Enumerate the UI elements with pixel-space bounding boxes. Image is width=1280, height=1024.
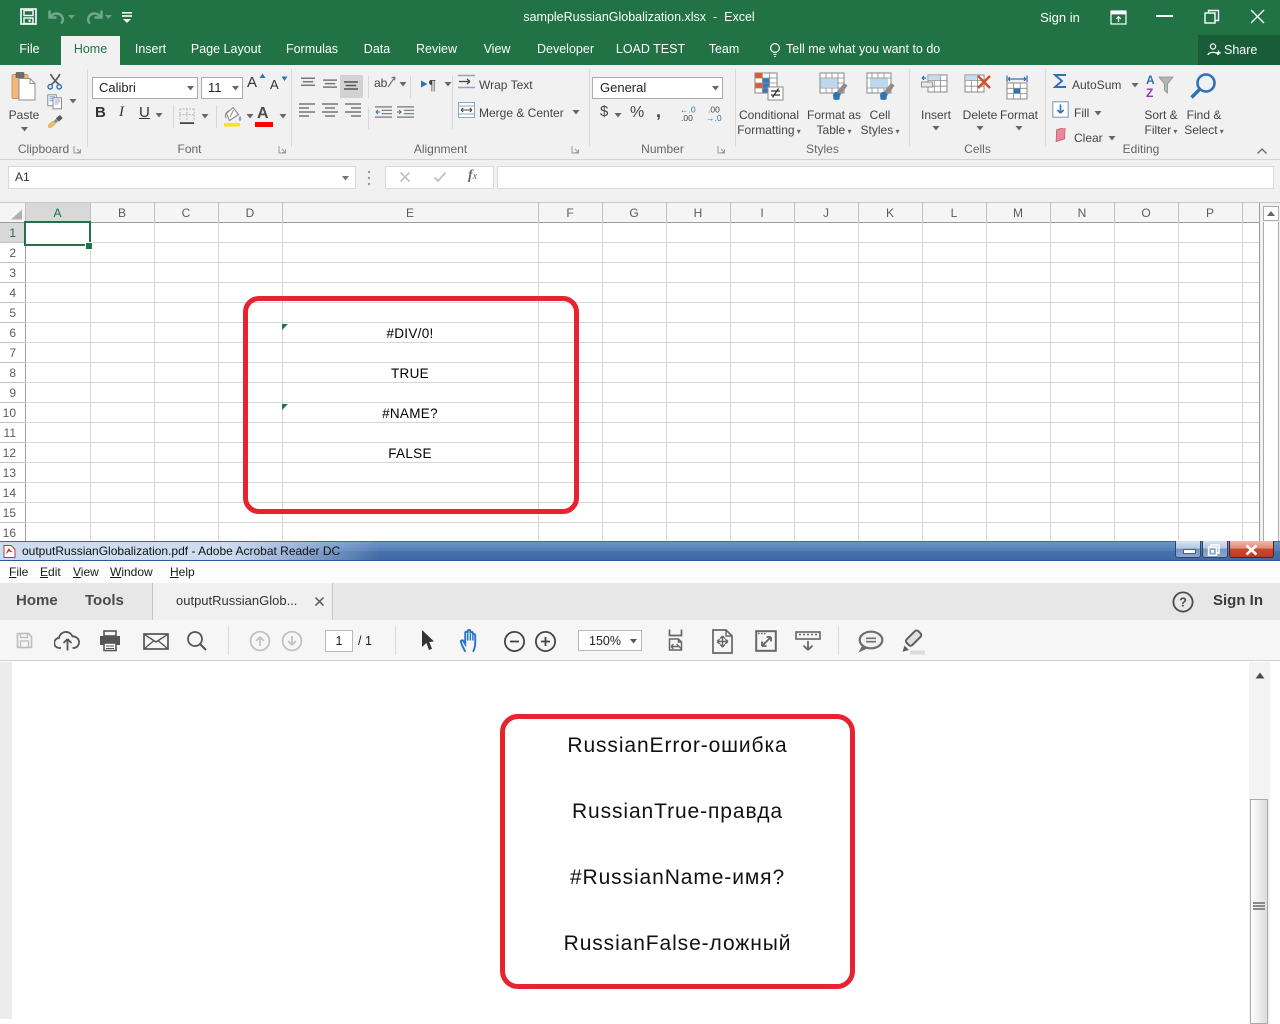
svg-text:?: ? (1179, 596, 1187, 610)
svg-text:A: A (1146, 73, 1155, 87)
svg-text:Z: Z (1146, 86, 1153, 100)
svg-text:→.0: →.0 (706, 113, 722, 122)
svg-text:ab: ab (374, 76, 388, 90)
svg-text:¶: ¶ (429, 77, 437, 93)
svg-text:.00: .00 (681, 113, 693, 122)
